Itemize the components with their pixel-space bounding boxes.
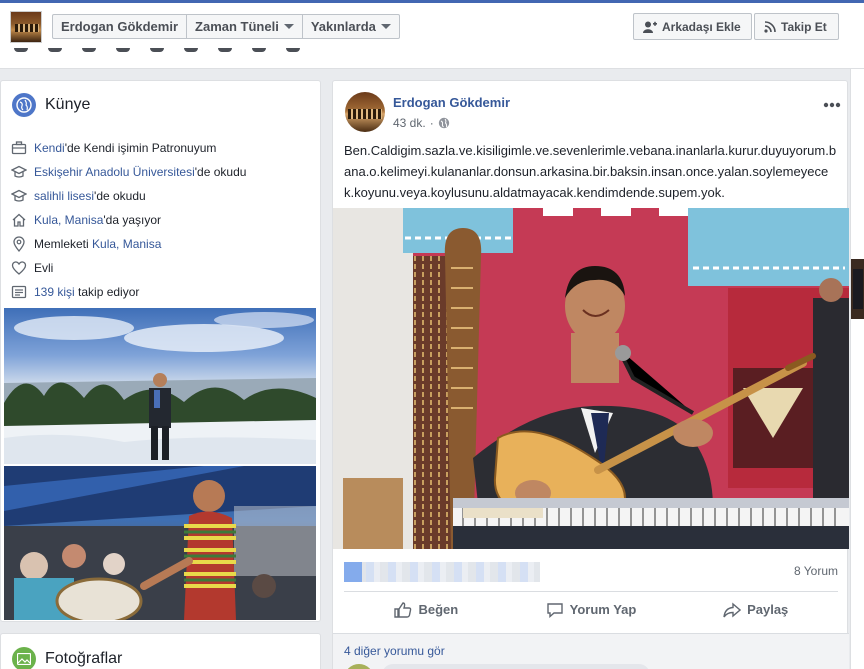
home-icon: [12, 213, 26, 227]
intro-item-followers: 139 kişi takip ediyor: [11, 280, 316, 304]
chevron-down-icon: [283, 24, 294, 29]
relationship-text: Evli: [34, 261, 54, 275]
comment-count[interactable]: 8 Yorum: [794, 564, 838, 578]
post-author-name[interactable]: Erdogan Gökdemir: [393, 95, 510, 110]
nav-profile-name-label: Erdogan Gökdemir: [61, 19, 179, 34]
work-link[interactable]: Kendi: [34, 141, 65, 155]
highschool-link[interactable]: salihli lisesi: [34, 189, 94, 203]
add-friend-button[interactable]: Arkadaşı Ekle: [633, 13, 752, 40]
follow-button[interactable]: Takip Et: [754, 13, 839, 40]
featured-photo-drummer[interactable]: [4, 466, 316, 620]
post-text: Ben.Caldigim.sazla.ve.kisiligimle.ve.sev…: [344, 143, 837, 200]
graduation-cap-icon: [11, 165, 27, 178]
followers-icon: [11, 285, 27, 299]
post-photo[interactable]: [333, 208, 849, 549]
followers-suffix: takip ediyor: [74, 285, 140, 299]
post-author-avatar[interactable]: [345, 92, 385, 132]
thumbs-up-icon: [394, 601, 412, 618]
add-friend-icon: [643, 21, 657, 33]
post-actions: Beğen Yorum Yap Paylaş: [344, 591, 838, 627]
photos-title: Fotoğraflar: [45, 650, 123, 667]
share-label: Paylaş: [747, 602, 789, 617]
post-timestamp[interactable]: 43 dk.: [393, 116, 426, 130]
commenter-avatar[interactable]: [344, 664, 374, 669]
intro-list: Kendi'de Kendi işimin Patronuyum Eskişeh…: [11, 136, 316, 304]
intro-item-university-text: Eskişehir Anadolu Üniversitesi'de okudu: [34, 165, 246, 179]
photos-icon: [12, 647, 36, 669]
highschool-suffix: 'de okudu: [94, 189, 146, 203]
intro-item-work: Kendi'de Kendi işimin Patronuyum: [11, 136, 316, 160]
nav-nearby[interactable]: Yakınlarda: [303, 15, 399, 38]
follow-label: Takip Et: [781, 19, 827, 34]
more-options-icon: [823, 102, 841, 108]
intro-item-work-text: Kendi'de Kendi işimin Patronuyum: [34, 141, 216, 155]
intro-item-university: Eskişehir Anadolu Üniversitesi'de okudu: [11, 160, 316, 184]
cover-icons-row: [14, 48, 300, 54]
intro-item-relationship: Evli: [11, 256, 316, 280]
profile-nav: Erdogan Gökdemir Zaman Tüneli Yakınlarda: [52, 14, 400, 39]
comment-button[interactable]: Yorum Yap: [509, 592, 674, 627]
intro-card: Künye Kendi'de Kendi işimin Patronuyum E…: [0, 80, 321, 622]
comment-bubble: [382, 664, 650, 669]
current-city-link[interactable]: Kula, Manisa: [34, 213, 103, 227]
intro-item-hometown: Memleketi Kula, Manisa: [11, 232, 316, 256]
profile-header-bar: Erdogan Gökdemir Zaman Tüneli Yakınlarda…: [0, 3, 864, 69]
lives-in-suffix: 'da yaşıyor: [103, 213, 162, 227]
view-more-comments-link[interactable]: 4 diğer yorumu gör: [344, 644, 445, 658]
intro-item-hometown-text: Memleketi Kula, Manisa: [34, 237, 161, 251]
post-meta: 43 dk. ·: [393, 116, 450, 130]
share-button[interactable]: Paylaş: [673, 592, 838, 627]
globe-icon[interactable]: [438, 117, 450, 129]
intro-item-highschool-text: salihli lisesi'de okudu: [34, 189, 146, 203]
intro-header: Künye: [12, 93, 90, 117]
hometown-prefix: Memleketi: [34, 237, 93, 251]
nav-profile-name[interactable]: Erdogan Gökdemir: [53, 15, 188, 38]
reactions-summary[interactable]: [344, 562, 540, 582]
comments-area: 4 diğer yorumu gör: [333, 633, 849, 669]
briefcase-icon: [11, 141, 27, 155]
nav-timeline-label: Zaman Tüneli: [195, 19, 279, 34]
post-card: Erdogan Gökdemir 43 dk. · Ben.Caldigim.s…: [332, 80, 849, 669]
like-label: Beğen: [418, 602, 459, 617]
intro-item-lives-in: Kula, Manisa'da yaşıyor: [11, 208, 316, 232]
right-column-edge: [850, 69, 864, 669]
globe-icon: [12, 93, 36, 117]
followers-link[interactable]: 139 kişi: [34, 285, 75, 299]
photos-card: Fotoğraflar: [0, 633, 321, 669]
like-button[interactable]: Beğen: [344, 592, 509, 627]
profile-mini-avatar[interactable]: [10, 11, 42, 43]
intro-item-highschool: salihli lisesi'de okudu: [11, 184, 316, 208]
university-suffix: 'de okudu: [194, 165, 247, 179]
add-friend-label: Arkadaşı Ekle: [662, 19, 741, 34]
university-link[interactable]: Eskişehir Anadolu Üniversitesi: [34, 165, 195, 179]
intro-item-followers-text: 139 kişi takip ediyor: [34, 285, 139, 299]
post-options-button[interactable]: [823, 97, 841, 111]
intro-title: Künye: [45, 96, 91, 113]
separator-dot: ·: [429, 116, 434, 130]
heart-icon: [11, 261, 27, 275]
intro-item-lives-in-text: Kula, Manisa'da yaşıyor: [34, 213, 161, 227]
post-stats: 8 Yorum: [344, 560, 838, 584]
nav-nearby-label: Yakınlarda: [310, 19, 376, 34]
photos-header[interactable]: Fotoğraflar: [12, 647, 122, 669]
graduation-cap-icon: [11, 189, 27, 202]
hometown-link[interactable]: Kula, Manisa: [92, 237, 161, 251]
comment-label: Yorum Yap: [569, 602, 637, 617]
share-arrow-icon: [723, 601, 742, 618]
rss-follow-icon: [764, 20, 776, 33]
side-photo-fragment: [851, 259, 864, 319]
chevron-down-icon: [380, 24, 391, 29]
location-pin-icon: [13, 236, 25, 252]
work-suffix: 'de Kendi işimin Patronuyum: [64, 141, 217, 155]
nav-timeline[interactable]: Zaman Tüneli: [187, 15, 303, 38]
comment-bubble-icon: [546, 602, 563, 618]
featured-photo-snow[interactable]: [4, 308, 316, 464]
